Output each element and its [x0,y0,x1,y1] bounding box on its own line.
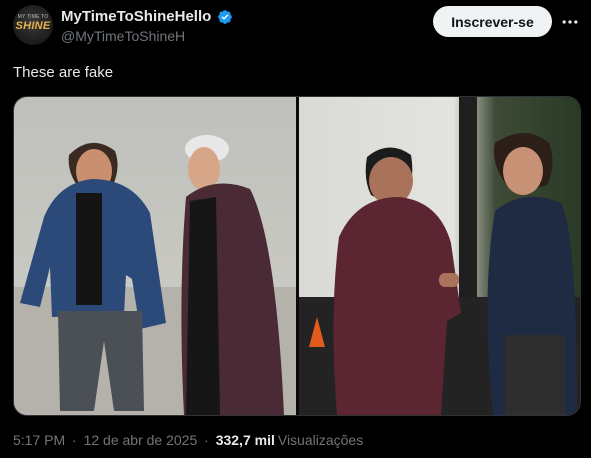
author-handle[interactable]: @MyTimeToShineH [61,28,185,44]
tweet-time[interactable]: 5:17 PM [13,432,65,448]
subscribe-button[interactable]: Inscrever-se [433,6,552,37]
verified-badge-icon [218,10,232,24]
meta-separator: · [204,432,209,448]
author-display-name[interactable]: MyTimeToShineHello [61,8,211,25]
more-options-icon[interactable] [560,12,580,32]
views-count: 332,7 mil [215,432,275,448]
tweet-meta: 5:17 PM · 12 de abr de 2025 · 332,7 mil V… [13,432,363,448]
tweet-media[interactable] [13,96,581,416]
two-men-walking-photo[interactable] [14,97,296,415]
views-label: Visualizações [277,432,364,448]
tweet-text: These are fake [13,64,114,81]
two-men-talking-photo[interactable] [299,97,580,415]
meta-separator: · [72,432,77,448]
tweet-date[interactable]: 12 de abr de 2025 [84,432,198,448]
avatar-text-main: SHINE [15,20,51,32]
author-avatar[interactable]: MY TIME TO SHINE [13,5,53,45]
